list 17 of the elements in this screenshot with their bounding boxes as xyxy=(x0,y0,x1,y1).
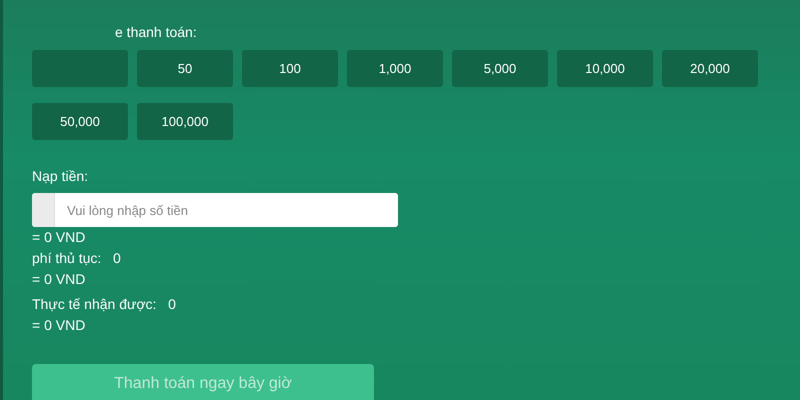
fee-text: phí thủ tục: 0 xyxy=(32,249,122,268)
amount-option-button[interactable]: 5,000 xyxy=(452,50,548,87)
deposit-label: Nạp tiền: xyxy=(32,167,90,186)
converted-amount: = 0 VND xyxy=(32,270,86,289)
amount-label: e thanh toán: xyxy=(115,24,197,42)
blank-option-button[interactable] xyxy=(32,50,128,87)
amount-option-button[interactable]: 100 xyxy=(242,50,338,87)
amount-option-button[interactable]: 10,000 xyxy=(557,50,653,87)
amount-option-button[interactable]: 50 xyxy=(137,50,233,87)
amount-option-button[interactable]: 20,000 xyxy=(662,50,758,87)
amount-option-button[interactable]: 50,000 xyxy=(32,103,128,140)
received-text: Thực tế nhận được: 0 xyxy=(32,295,177,314)
amount-option-button[interactable]: 100,000 xyxy=(137,103,233,140)
amount-option-button[interactable]: 1,000 xyxy=(347,50,443,87)
amount-input-field[interactable]: Vui lòng nhập số tiền xyxy=(32,193,398,227)
converted-amount: = 0 VND xyxy=(32,228,86,247)
converted-amount: = 0 VND xyxy=(32,316,86,335)
